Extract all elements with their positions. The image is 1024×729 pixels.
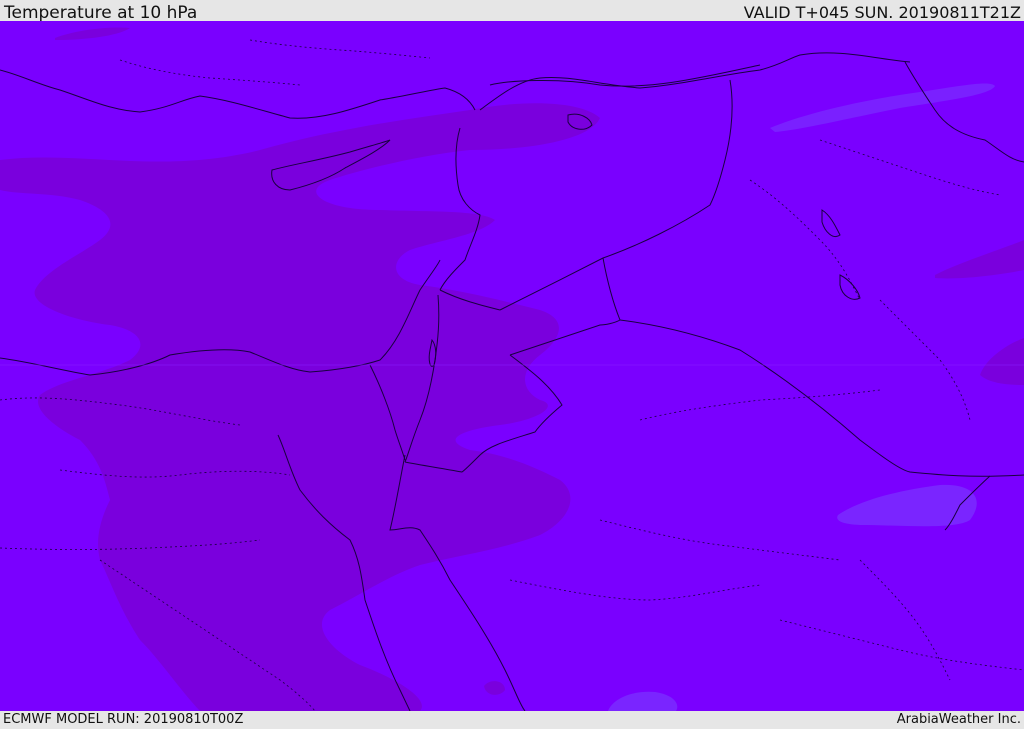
credit-label: ArabiaWeather Inc.	[896, 712, 1021, 727]
footer-bar: ECMWF MODEL RUN: 20190810T00Z ArabiaWeat…	[0, 711, 1024, 729]
temperature-map	[0, 21, 1024, 711]
map-canvas	[0, 21, 1024, 711]
valid-time-label: VALID T+045 SUN. 20190811T21Z	[743, 3, 1021, 22]
model-run-label: ECMWF MODEL RUN: 20190810T00Z	[3, 712, 244, 727]
map-title: Temperature at 10 hPa	[4, 3, 198, 23]
weather-map-page: Temperature at 10 hPa VALID T+045 SUN. 2…	[0, 0, 1024, 729]
header-bar: Temperature at 10 hPa VALID T+045 SUN. 2…	[0, 0, 1024, 23]
